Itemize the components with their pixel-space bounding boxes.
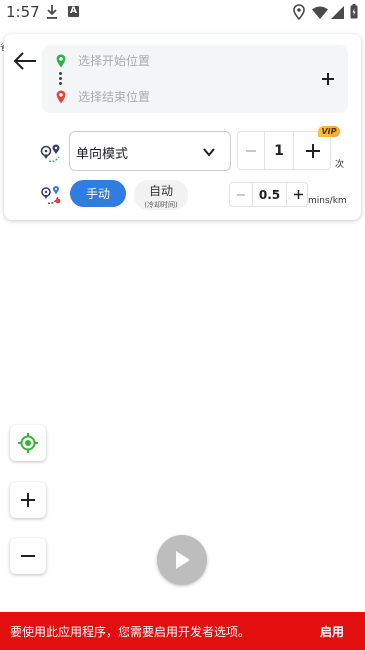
a-notification-icon: A (68, 6, 79, 17)
zoom-out-button[interactable] (10, 538, 46, 574)
speed-value[interactable]: 0.5 (252, 183, 287, 206)
banner-message: 要使用此应用程序，您需要启用开发者选项。 (10, 625, 251, 639)
signal-icon (331, 6, 344, 19)
wifi-icon (312, 6, 328, 19)
enable-button[interactable]: 启用 (305, 618, 359, 644)
auto-mode-sublabel: (冷却时间) (144, 201, 178, 209)
auto-mode-button[interactable]: 自动 (冷却时间) (134, 180, 188, 210)
chevron-down-icon (203, 148, 215, 157)
zoom-in-button[interactable] (10, 482, 46, 518)
crosshair-icon (18, 433, 38, 453)
manual-mode-button[interactable]: 手动 (70, 180, 126, 207)
control-mode-icon (41, 186, 61, 205)
status-time: 1:57 (6, 3, 40, 21)
count-increase-button[interactable] (294, 132, 332, 169)
start-pin-icon (56, 54, 66, 68)
minus-icon (246, 149, 256, 152)
count-unit-label: 次 (335, 160, 345, 170)
play-icon (176, 551, 190, 569)
developer-options-banner: 要使用此应用程序，您需要启用开发者选项。 启用 (0, 612, 365, 650)
route-panel: 单向模式 1 VIP 次 手动 自动 (冷却时间) 0.5 (4, 34, 361, 220)
locate-button[interactable] (10, 425, 46, 461)
speed-decrease-button[interactable] (230, 183, 252, 206)
end-pin-icon (56, 90, 66, 104)
add-waypoint-icon[interactable] (318, 69, 338, 89)
end-location-input[interactable] (78, 87, 298, 107)
minus-icon (21, 555, 35, 557)
play-button[interactable] (157, 535, 207, 585)
download-icon (47, 5, 57, 19)
location-icon (293, 4, 305, 20)
plus-icon (293, 190, 303, 199)
route-dots (59, 72, 63, 86)
vip-badge: VIP (318, 126, 340, 137)
count-value[interactable]: 1 (264, 132, 294, 169)
status-bar: 1:57 A (0, 0, 365, 26)
auto-mode-label: 自动 (148, 184, 173, 198)
speed-increase-button[interactable] (287, 183, 309, 206)
minus-icon (237, 193, 245, 196)
start-location-input[interactable] (78, 51, 298, 71)
plus-icon (306, 143, 320, 158)
route-mode-icon (40, 144, 60, 163)
repeat-count-stepper: 1 (237, 131, 331, 170)
speed-unit-label: mins/km (308, 196, 347, 206)
battery-icon (350, 4, 358, 19)
speed-stepper: 0.5 (229, 182, 308, 207)
count-decrease-button[interactable] (238, 132, 264, 169)
mode-dropdown[interactable]: 单向模式 (69, 131, 231, 171)
route-input-box (42, 45, 348, 113)
back-arrow-icon[interactable] (12, 50, 38, 72)
plus-icon (21, 493, 35, 507)
mode-selected-label: 单向模式 (76, 147, 129, 162)
